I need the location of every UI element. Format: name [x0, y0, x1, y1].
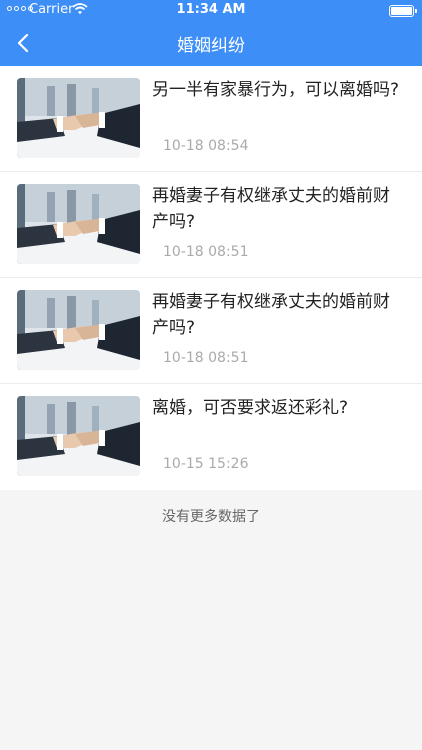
article-date: 10-18 08:51 — [163, 244, 249, 260]
article-thumbnail — [17, 290, 140, 370]
no-more-data-label: 没有更多数据了 — [162, 509, 260, 525]
article-thumbnail — [17, 396, 140, 476]
article-date: 10-18 08:51 — [163, 350, 249, 366]
article-thumbnail — [17, 184, 140, 264]
list-item[interactable]: 再婚妻子有权继承丈夫的婚前财产吗? 10-18 08:51 — [0, 278, 422, 384]
list-item[interactable]: 再婚妻子有权继承丈夫的婚前财产吗? 10-18 08:51 — [0, 172, 422, 278]
article-list: 另一半有家暴行为，可以离婚吗? 10-18 08:54 再婚妻子有权继承丈夫的婚… — [0, 66, 422, 490]
article-title: 离婚，可否要求返还彩礼? — [152, 398, 349, 418]
article-title: 再婚妻子有权继承丈夫的婚前财产吗? — [152, 292, 390, 338]
status-bar: Carrier 11:34 AM — [0, 0, 422, 22]
article-title: 另一半有家暴行为，可以离婚吗? — [152, 80, 400, 100]
battery-icon — [389, 5, 417, 17]
status-time: 11:34 AM — [176, 2, 246, 17]
article-date: 10-18 08:54 — [163, 138, 249, 154]
navigation-header: Carrier 11:34 AM 婚姻纠纷 — [0, 0, 422, 66]
article-date: 10-15 15:26 — [163, 456, 249, 472]
list-item[interactable]: 另一半有家暴行为，可以离婚吗? 10-18 08:54 — [0, 66, 422, 172]
page-title: 婚姻纠纷 — [177, 36, 245, 56]
list-item[interactable]: 离婚，可否要求返还彩礼? 10-15 15:26 — [0, 384, 422, 490]
article-title: 再婚妻子有权继承丈夫的婚前财产吗? — [152, 186, 390, 232]
article-thumbnail — [17, 78, 140, 158]
